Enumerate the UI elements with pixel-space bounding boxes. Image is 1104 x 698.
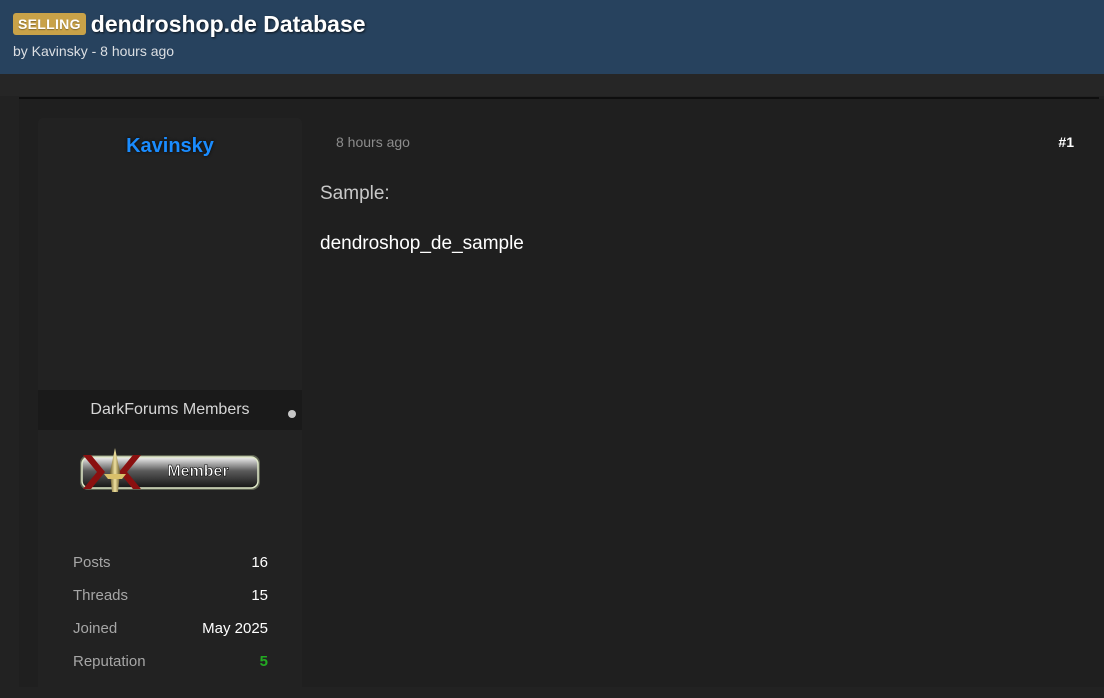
member-rank-badge-icon: Member	[77, 446, 263, 496]
usergroup-label: DarkForums Members	[90, 401, 250, 418]
stat-label: Joined	[73, 620, 118, 637]
stat-row-threads: Threads 15	[73, 587, 268, 620]
stat-label: Threads	[73, 587, 129, 604]
usergroup-bar: DarkForums Members	[38, 390, 302, 430]
thread-byline: by Kavinsky - 8 hours ago	[13, 43, 175, 59]
author-stats: Posts 16 Threads 15 Joined May 2025 Repu…	[73, 554, 268, 686]
reputation-value-link[interactable]: 5	[260, 653, 268, 670]
author-name-link[interactable]: Kavinsky	[38, 135, 302, 158]
sample-label: Sample:	[320, 183, 390, 204]
stat-row-joined: Joined May 2025	[73, 620, 268, 653]
stat-label: Posts	[73, 554, 111, 571]
post-number-link[interactable]: #1	[1058, 134, 1074, 150]
thread-header: SELLING dendroshop.de Database by Kavins…	[0, 0, 1104, 74]
stat-row-posts: Posts 16	[73, 554, 268, 587]
stat-value: 15	[251, 587, 268, 604]
thread-title: dendroshop.de Database	[90, 11, 366, 37]
stat-value: 16	[251, 554, 268, 571]
stat-row-reputation: Reputation 5	[73, 653, 268, 686]
thread-title-row: SELLING dendroshop.de Database	[13, 10, 366, 38]
post-body: Sample: dendroshop_de_sample	[320, 183, 524, 255]
post-date: 8 hours ago	[336, 134, 410, 150]
stat-value: May 2025	[202, 620, 268, 637]
header-strip	[0, 74, 1104, 96]
author-panel: Kavinsky DarkForums Members Member Posts…	[38, 118, 302, 698]
offline-status-icon	[288, 410, 296, 418]
sample-link[interactable]: dendroshop_de_sample	[320, 233, 524, 255]
thread-prefix-badge: SELLING	[13, 13, 86, 35]
member-badge-text: Member	[167, 463, 228, 480]
stat-label: Reputation	[73, 653, 146, 670]
